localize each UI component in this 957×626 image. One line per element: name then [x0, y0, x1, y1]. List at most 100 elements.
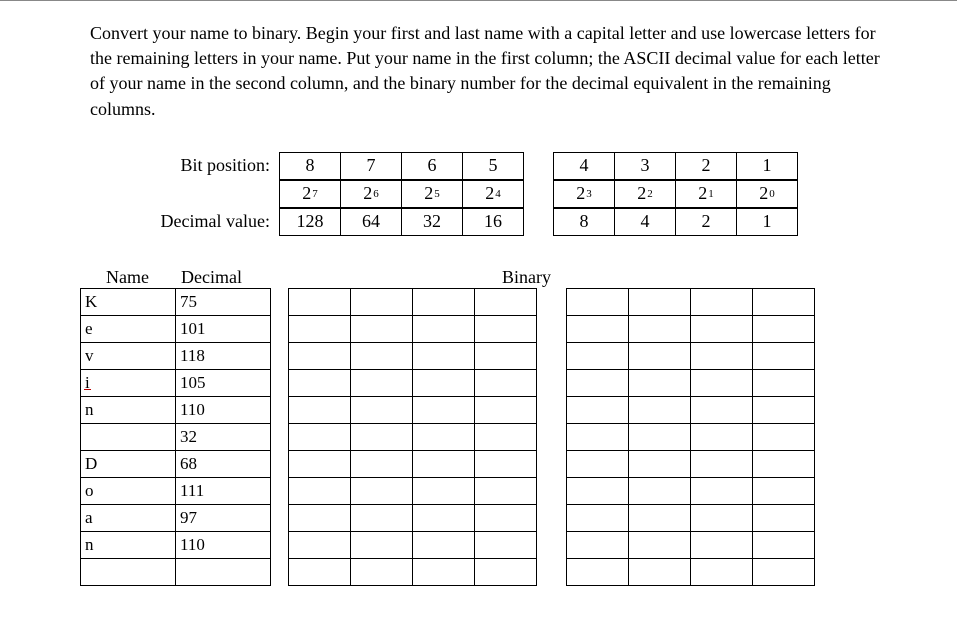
binary-cell[interactable]: [629, 558, 691, 585]
binary-cell[interactable]: [753, 450, 815, 477]
binary-cell[interactable]: [629, 531, 691, 558]
binary-cell[interactable]: [413, 423, 475, 450]
binary-cell[interactable]: [351, 315, 413, 342]
name-cell[interactable]: i: [81, 369, 176, 396]
binary-cell[interactable]: [567, 423, 629, 450]
binary-cell[interactable]: [567, 450, 629, 477]
binary-cell[interactable]: [413, 288, 475, 315]
binary-cell[interactable]: [629, 369, 691, 396]
binary-cell[interactable]: [567, 531, 629, 558]
binary-cell[interactable]: [413, 342, 475, 369]
decimal-cell[interactable]: 110: [176, 531, 271, 558]
name-cell[interactable]: a: [81, 504, 176, 531]
binary-cell[interactable]: [413, 396, 475, 423]
binary-cell[interactable]: [691, 369, 753, 396]
binary-cell[interactable]: [351, 369, 413, 396]
name-cell[interactable]: v: [81, 342, 176, 369]
binary-cell[interactable]: [567, 396, 629, 423]
binary-cell[interactable]: [629, 342, 691, 369]
binary-cell[interactable]: [351, 396, 413, 423]
decimal-cell[interactable]: 32: [176, 423, 271, 450]
binary-cell[interactable]: [351, 423, 413, 450]
binary-cell[interactable]: [413, 558, 475, 585]
binary-cell[interactable]: [351, 342, 413, 369]
binary-cell[interactable]: [475, 396, 537, 423]
binary-cell[interactable]: [567, 477, 629, 504]
binary-cell[interactable]: [475, 477, 537, 504]
name-cell[interactable]: e: [81, 315, 176, 342]
binary-cell[interactable]: [691, 504, 753, 531]
binary-cell[interactable]: [351, 531, 413, 558]
name-cell[interactable]: n: [81, 396, 176, 423]
binary-cell[interactable]: [691, 477, 753, 504]
binary-cell[interactable]: [475, 558, 537, 585]
binary-cell[interactable]: [289, 531, 351, 558]
binary-cell[interactable]: [567, 558, 629, 585]
binary-cell[interactable]: [691, 396, 753, 423]
binary-cell[interactable]: [413, 477, 475, 504]
binary-cell[interactable]: [475, 504, 537, 531]
decimal-cell[interactable]: 105: [176, 369, 271, 396]
decimal-cell[interactable]: 97: [176, 504, 271, 531]
binary-cell[interactable]: [567, 504, 629, 531]
binary-cell[interactable]: [289, 288, 351, 315]
binary-cell[interactable]: [753, 396, 815, 423]
binary-cell[interactable]: [567, 288, 629, 315]
binary-cell[interactable]: [753, 504, 815, 531]
binary-cell[interactable]: [753, 315, 815, 342]
binary-cell[interactable]: [567, 315, 629, 342]
binary-cell[interactable]: [289, 504, 351, 531]
binary-cell[interactable]: [753, 423, 815, 450]
binary-cell[interactable]: [289, 396, 351, 423]
binary-cell[interactable]: [289, 450, 351, 477]
binary-cell[interactable]: [629, 315, 691, 342]
binary-cell[interactable]: [753, 369, 815, 396]
decimal-cell[interactable]: 75: [176, 288, 271, 315]
decimal-cell[interactable]: [176, 558, 271, 585]
binary-cell[interactable]: [351, 450, 413, 477]
binary-cell[interactable]: [289, 477, 351, 504]
decimal-cell[interactable]: 111: [176, 477, 271, 504]
binary-cell[interactable]: [753, 558, 815, 585]
name-cell[interactable]: D: [81, 450, 176, 477]
binary-cell[interactable]: [753, 477, 815, 504]
binary-cell[interactable]: [567, 369, 629, 396]
binary-cell[interactable]: [691, 423, 753, 450]
decimal-cell[interactable]: 101: [176, 315, 271, 342]
binary-cell[interactable]: [691, 288, 753, 315]
binary-cell[interactable]: [351, 504, 413, 531]
binary-cell[interactable]: [753, 342, 815, 369]
binary-cell[interactable]: [413, 531, 475, 558]
binary-cell[interactable]: [691, 558, 753, 585]
binary-cell[interactable]: [753, 531, 815, 558]
binary-cell[interactable]: [629, 396, 691, 423]
binary-cell[interactable]: [475, 342, 537, 369]
binary-cell[interactable]: [629, 423, 691, 450]
binary-cell[interactable]: [691, 315, 753, 342]
binary-cell[interactable]: [629, 477, 691, 504]
binary-cell[interactable]: [753, 288, 815, 315]
binary-cell[interactable]: [289, 342, 351, 369]
binary-cell[interactable]: [475, 423, 537, 450]
decimal-cell[interactable]: 68: [176, 450, 271, 477]
binary-cell[interactable]: [475, 369, 537, 396]
binary-cell[interactable]: [629, 288, 691, 315]
binary-cell[interactable]: [691, 342, 753, 369]
binary-cell[interactable]: [629, 450, 691, 477]
binary-cell[interactable]: [475, 450, 537, 477]
name-cell[interactable]: [81, 423, 176, 450]
name-cell[interactable]: K: [81, 288, 176, 315]
binary-cell[interactable]: [567, 342, 629, 369]
binary-cell[interactable]: [475, 315, 537, 342]
binary-cell[interactable]: [413, 369, 475, 396]
name-cell[interactable]: o: [81, 477, 176, 504]
binary-cell[interactable]: [289, 423, 351, 450]
decimal-cell[interactable]: 118: [176, 342, 271, 369]
binary-cell[interactable]: [413, 450, 475, 477]
name-cell[interactable]: n: [81, 531, 176, 558]
name-cell[interactable]: [81, 558, 176, 585]
decimal-cell[interactable]: 110: [176, 396, 271, 423]
binary-cell[interactable]: [475, 288, 537, 315]
binary-cell[interactable]: [629, 504, 691, 531]
binary-cell[interactable]: [413, 315, 475, 342]
